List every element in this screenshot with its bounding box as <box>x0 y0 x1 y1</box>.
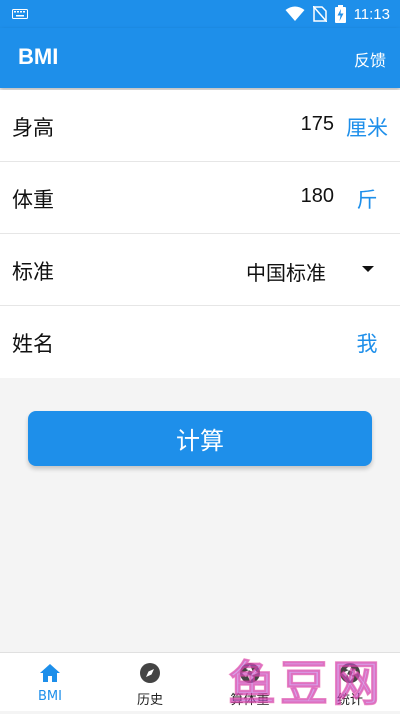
standard-label: 标准 <box>12 260 54 284</box>
nav-label-bmi: BMI <box>38 689 62 704</box>
bottom-nav: BMI 历史 算体重 统计 <box>0 652 400 711</box>
status-bar: 11:13 <box>0 0 400 28</box>
weight-label: 体重 <box>12 188 54 212</box>
status-icons: 11:13 <box>285 0 390 28</box>
status-time: 11:13 <box>353 5 390 23</box>
dropdown-arrow-icon[interactable] <box>362 266 374 272</box>
standard-row[interactable]: 标准 中国标准 <box>0 234 400 306</box>
bmi-form: 身高 175 厘米 体重 180 斤 标准 中国标准 姓名 我 <box>0 90 400 378</box>
no-sim-icon <box>312 6 327 22</box>
weight-row[interactable]: 体重 180 斤 <box>0 162 400 234</box>
name-row[interactable]: 姓名 我 <box>0 306 400 378</box>
height-label: 身高 <box>12 116 54 140</box>
app-title: BMI <box>18 44 59 69</box>
height-row[interactable]: 身高 175 厘米 <box>0 90 400 162</box>
nav-item-stats[interactable]: 统计 <box>300 653 400 711</box>
weight-unit[interactable]: 斤 <box>342 184 392 214</box>
height-unit[interactable]: 厘米 <box>342 112 392 142</box>
nav-label-stats: 统计 <box>336 693 363 708</box>
feedback-button[interactable]: 反馈 <box>354 47 386 71</box>
keyboard-icon <box>12 9 28 19</box>
name-value[interactable]: 我 <box>342 328 392 358</box>
nav-label-calc-weight: 算体重 <box>230 693 270 708</box>
home-icon <box>40 664 60 682</box>
name-label: 姓名 <box>12 332 54 356</box>
nav-label-history: 历史 <box>136 693 163 708</box>
nav-item-bmi[interactable]: BMI <box>0 653 100 711</box>
weight-input[interactable]: 180 <box>301 185 334 208</box>
aperture-icon <box>240 663 260 683</box>
nav-item-history[interactable]: 历史 <box>100 653 200 711</box>
calculate-button[interactable]: 计算 <box>28 411 372 466</box>
standard-select[interactable]: 中国标准 <box>246 257 326 286</box>
compass-icon <box>140 663 160 683</box>
height-input[interactable]: 175 <box>301 113 334 136</box>
battery-charging-icon <box>334 5 346 23</box>
app-bar: BMI 反馈 <box>0 28 400 88</box>
wifi-icon <box>285 6 305 21</box>
nav-item-calc-weight[interactable]: 算体重 <box>200 653 300 711</box>
aperture-icon <box>340 663 360 683</box>
